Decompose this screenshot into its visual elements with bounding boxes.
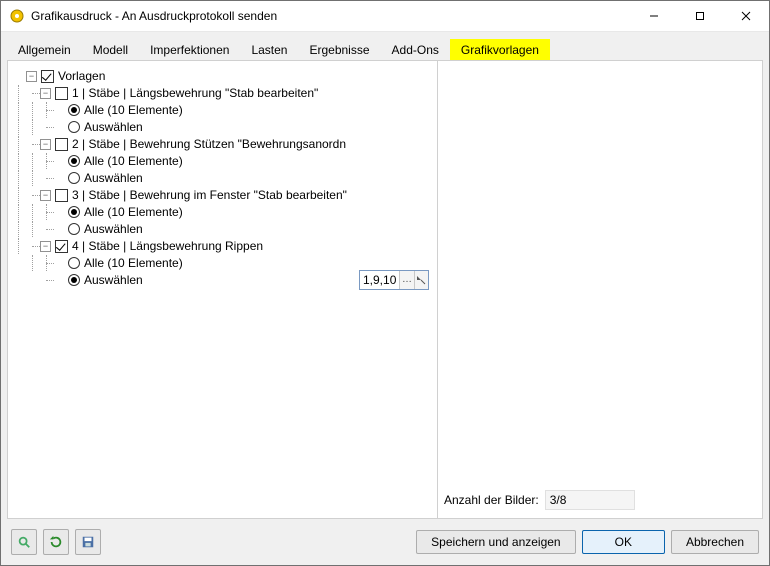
radio-label: Alle (10 Elemente) [84,102,183,118]
image-count-label: Anzahl der Bilder: [444,493,539,507]
collapse-icon[interactable]: − [26,71,37,82]
tree-option: Alle (10 Elemente) [12,102,433,118]
refresh-button[interactable] [43,529,69,555]
tree-panel: − Vorlagen − 1 | Stäbe | Längsbewehrung … [8,61,438,518]
window-title: Grafikausdruck - An Ausdruckprotokoll se… [31,9,631,23]
radio-item-2-select[interactable] [68,172,80,184]
image-count-value: 3/8 [550,493,567,507]
collapse-icon[interactable]: − [40,88,51,99]
radio-item-1-select[interactable] [68,121,80,133]
tree-option: Alle (10 Elemente) [12,204,433,220]
search-icon [17,535,31,549]
checkbox-vorlagen[interactable] [41,70,54,83]
preview-area [444,67,756,488]
tab-lasten[interactable]: Lasten [240,39,298,60]
tab-grafikvorlagen[interactable]: Grafikvorlagen [450,39,550,60]
radio-item-1-all[interactable] [68,104,80,116]
tree-item: − 3 | Stäbe | Bewehrung im Fenster "Stab… [12,187,433,203]
tree-item: − 4 | Stäbe | Längsbewehrung Rippen [12,238,433,254]
tab-imperfektionen[interactable]: Imperfektionen [139,39,240,60]
radio-label: Auswählen [84,119,143,135]
radio-item-3-all[interactable] [68,206,80,218]
tree-item-label: 2 | Stäbe | Bewehrung Stützen "Bewehrung… [72,136,346,152]
tree-root-label: Vorlagen [58,68,105,84]
checkbox-item-1[interactable] [55,87,68,100]
minimize-button[interactable] [631,1,677,31]
image-count-field: 3/8 [545,490,635,510]
maximize-button[interactable] [677,1,723,31]
tree-option: Auswählen [12,170,433,186]
tree-option: Auswählen 1,9,10 … [12,272,433,288]
main-panel: − Vorlagen − 1 | Stäbe | Längsbewehrung … [7,60,763,519]
cancel-button[interactable]: Abbrechen [671,530,759,554]
image-count-row: Anzahl der Bilder: 3/8 [444,488,756,512]
tree-item-label: 4 | Stäbe | Längsbewehrung Rippen [72,238,263,254]
tab-ergebnisse[interactable]: Ergebnisse [298,39,380,60]
close-button[interactable] [723,1,769,31]
radio-label: Auswählen [84,221,143,237]
tree-root: − Vorlagen [12,68,433,84]
app-icon [9,8,25,24]
collapse-icon[interactable]: − [40,241,51,252]
footer: Speichern und anzeigen OK Abbrechen [7,525,763,559]
radio-label: Alle (10 Elemente) [84,153,183,169]
collapse-icon[interactable]: − [40,139,51,150]
radio-label: Auswählen [84,170,143,186]
tab-addons[interactable]: Add-Ons [381,39,450,60]
checkbox-item-2[interactable] [55,138,68,151]
tree-option: Alle (10 Elemente) [12,255,433,271]
checkbox-item-3[interactable] [55,189,68,202]
save-icon [81,535,95,549]
selection-value[interactable]: 1,9,10 [360,272,399,288]
ok-button[interactable]: OK [582,530,665,554]
tree-item: − 1 | Stäbe | Längsbewehrung "Stab bearb… [12,85,433,101]
preview-panel: Anzahl der Bilder: 3/8 [438,61,762,518]
radio-label: Auswählen [84,272,143,288]
dialog-content: Allgemein Modell Imperfektionen Lasten E… [1,32,769,565]
tree-option: Auswählen [12,119,433,135]
tab-modell[interactable]: Modell [82,39,139,60]
tree-option: Auswählen [12,221,433,237]
tree-option: Alle (10 Elemente) [12,153,433,169]
save-show-button[interactable]: Speichern und anzeigen [416,530,575,554]
refresh-icon [49,535,63,549]
tab-allgemein[interactable]: Allgemein [7,39,82,60]
radio-item-3-select[interactable] [68,223,80,235]
tree-item: − 2 | Stäbe | Bewehrung Stützen "Bewehru… [12,136,433,152]
tree-item-label: 3 | Stäbe | Bewehrung im Fenster "Stab b… [72,187,347,203]
help-button[interactable] [11,529,37,555]
radio-item-2-all[interactable] [68,155,80,167]
radio-label: Alle (10 Elemente) [84,255,183,271]
collapse-icon[interactable]: − [40,190,51,201]
titlebar: Grafikausdruck - An Ausdruckprotokoll se… [1,1,769,32]
selection-more-button[interactable]: … [399,271,413,289]
dialog-window: Grafikausdruck - An Ausdruckprotokoll se… [0,0,770,566]
tab-bar: Allgemein Modell Imperfektionen Lasten E… [7,38,763,60]
selection-input[interactable]: 1,9,10 … [359,270,429,290]
tree-item-label: 1 | Stäbe | Längsbewehrung "Stab bearbei… [72,85,318,101]
checkbox-item-4[interactable] [55,240,68,253]
save-button[interactable] [75,529,101,555]
radio-item-4-select[interactable] [68,274,80,286]
selection-pick-button[interactable] [414,271,428,289]
radio-label: Alle (10 Elemente) [84,204,183,220]
radio-item-4-all[interactable] [68,257,80,269]
